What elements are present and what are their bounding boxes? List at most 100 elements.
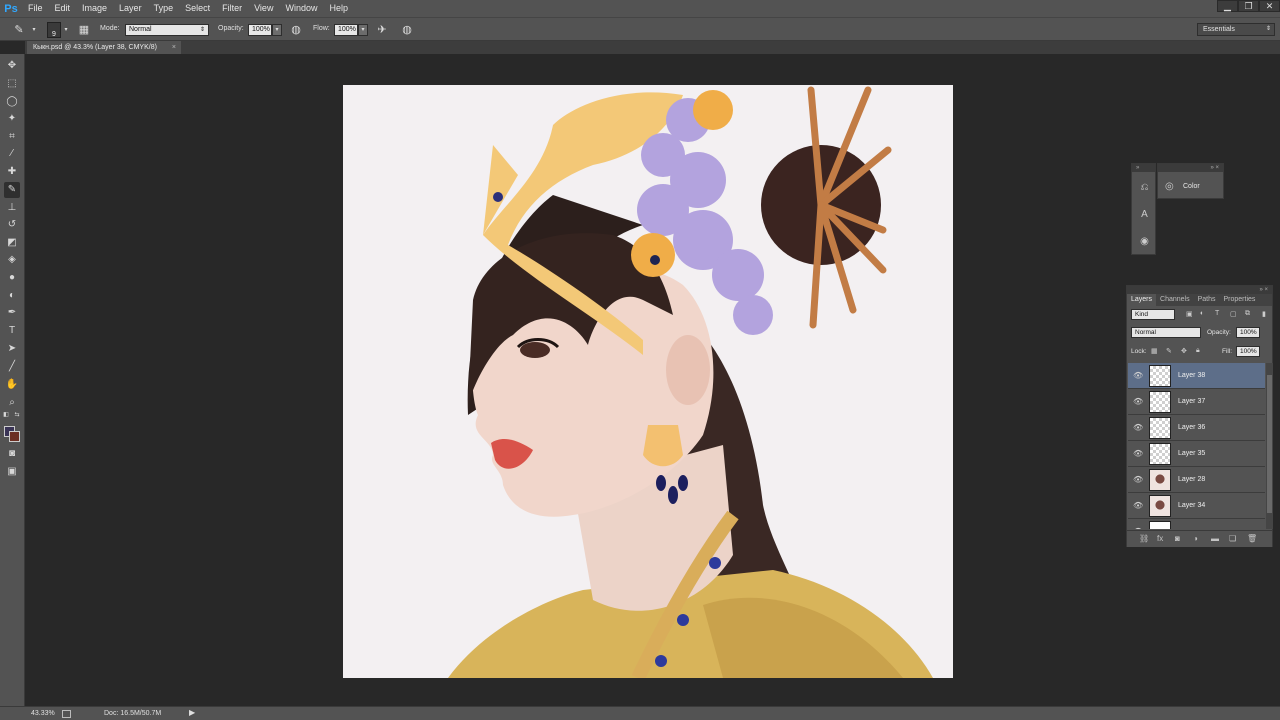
layer-kind-filter[interactable]: Kind [1131, 309, 1175, 320]
flow-input[interactable]: 100% [334, 24, 358, 36]
add-mask-icon[interactable]: ◙ [1175, 534, 1180, 543]
filter-smart-object-icon[interactable]: ⧉ [1245, 310, 1250, 318]
layers-scrollbar[interactable] [1266, 363, 1273, 529]
lock-transparent-icon[interactable]: ▦ [1151, 347, 1158, 355]
menu-select[interactable]: Select [179, 0, 216, 17]
visibility-eye-icon[interactable]: 👁︎ [1133, 371, 1143, 380]
layer-row[interactable]: 👁︎ Layer 28 [1128, 467, 1265, 493]
layer-row[interactable]: 👁︎ Layer 36 [1128, 415, 1265, 441]
filter-adjustment-icon[interactable]: ◐ [1200, 310, 1204, 317]
zoom-tool-icon[interactable]: ⌕ [4, 395, 20, 411]
filter-shape-icon[interactable]: ▢ [1230, 310, 1237, 318]
layer-row[interactable]: 👁︎ Layer 38 [1128, 363, 1265, 389]
brush-preset-icon[interactable]: ✎ [12, 23, 26, 37]
filter-pixel-icon[interactable]: ▣ [1186, 310, 1193, 318]
link-layers-icon[interactable]: ⛓ [1139, 534, 1149, 543]
artwork-canvas[interactable] [343, 85, 953, 678]
crop-tool-icon[interactable]: ⌗ [4, 129, 20, 145]
tab-properties[interactable]: Properties [1220, 294, 1260, 306]
layer-opacity-input[interactable]: 100% [1236, 327, 1260, 338]
marquee-tool-icon[interactable]: ⬚ [4, 76, 20, 92]
menu-file[interactable]: File [22, 0, 49, 17]
minimize-button[interactable]: ▁ [1217, 0, 1238, 12]
clone-stamp-tool-icon[interactable]: ⊥ [4, 200, 20, 216]
styles-panel-icon[interactable]: ◉ [1136, 233, 1153, 250]
tab-paths[interactable]: Paths [1194, 294, 1220, 306]
visibility-eye-icon[interactable]: 👁︎ [1133, 501, 1143, 510]
mode-select[interactable]: Normal ⇕ [125, 24, 209, 36]
new-layer-icon[interactable]: ❏ [1229, 534, 1236, 543]
visibility-eye-icon[interactable]: 👁︎ [1133, 475, 1143, 484]
eraser-tool-icon[interactable]: ◩ [4, 235, 20, 251]
color-panel-tab[interactable]: » × ◎ Color [1157, 163, 1224, 199]
menu-layer[interactable]: Layer [113, 0, 148, 17]
flow-dropdown[interactable]: ▾ [358, 24, 368, 36]
layer-row[interactable]: 👁︎ Layer 35 [1128, 441, 1265, 467]
quick-mask-icon[interactable]: ◙ [4, 446, 20, 462]
brush-tool-icon[interactable]: ✎ [4, 182, 20, 198]
layers-panel-header[interactable]: » × [1127, 286, 1272, 294]
visibility-eye-icon[interactable]: 👁︎ [1133, 397, 1143, 406]
document-tab[interactable]: Кыкн.psd @ 43.3% (Layer 38, CMYK/8) × [27, 41, 181, 54]
document-tab-close-icon[interactable]: × [172, 41, 176, 54]
visibility-eye-icon[interactable]: 👁︎ [1133, 527, 1143, 529]
path-selection-tool-icon[interactable]: ➤ [4, 341, 20, 357]
eyedropper-tool-icon[interactable]: ⁄ [4, 146, 20, 162]
layer-row[interactable]: 👁︎ Layer 34 [1128, 493, 1265, 519]
brush-size-picker[interactable]: 9 [47, 22, 61, 38]
status-menu-arrow-icon[interactable]: ▶ [189, 708, 195, 717]
menu-window[interactable]: Window [279, 0, 323, 17]
delete-layer-icon[interactable]: 🗑︎ [1247, 534, 1257, 543]
airbrush-icon[interactable]: ✈ [375, 23, 389, 37]
default-colors-icon[interactable]: ◧ [2, 411, 10, 419]
menu-help[interactable]: Help [323, 0, 354, 17]
hand-tool-icon[interactable]: ✋ [4, 377, 20, 393]
lock-all-icon[interactable]: 🔒︎ [1196, 347, 1200, 355]
layers-scrollbar-thumb[interactable] [1267, 375, 1272, 513]
menu-image[interactable]: Image [76, 0, 113, 17]
brush-panel-icon[interactable]: ▦ [77, 23, 91, 37]
background-color-swatch[interactable] [9, 431, 20, 442]
paint-bucket-tool-icon[interactable]: ◈ [4, 252, 20, 268]
healing-brush-tool-icon[interactable]: ✚ [4, 164, 20, 180]
blend-mode-select[interactable]: Normal [1131, 327, 1201, 338]
status-info-icon[interactable] [62, 710, 71, 718]
pen-tool-icon[interactable]: ✒ [4, 305, 20, 321]
line-tool-icon[interactable]: ╱ [4, 359, 20, 375]
tool-preset-dropdown[interactable]: ▾ [30, 25, 38, 35]
fill-input[interactable]: 100% [1236, 346, 1260, 357]
mini-dock-collapse-icon[interactable]: » [1132, 164, 1155, 172]
filter-type-icon[interactable]: T [1215, 310, 1219, 317]
visibility-eye-icon[interactable]: 👁︎ [1133, 423, 1143, 432]
opacity-input[interactable]: 100% [248, 24, 272, 36]
blur-tool-icon[interactable]: ● [4, 270, 20, 286]
type-tool-icon[interactable]: T [4, 323, 20, 339]
quick-select-tool-icon[interactable]: ✦ [4, 111, 20, 127]
move-tool-icon[interactable]: ✥ [4, 58, 20, 74]
lock-position-icon[interactable]: ✥ [1181, 347, 1187, 355]
layer-row[interactable]: 👁︎ Layer 37 [1128, 389, 1265, 415]
layer-style-icon[interactable]: fx [1157, 534, 1163, 543]
filter-toggle-icon[interactable]: ▮ [1262, 310, 1266, 318]
history-panel-icon[interactable]: ⎌ [1136, 179, 1153, 196]
menu-edit[interactable]: Edit [49, 0, 77, 17]
tab-channels[interactable]: Channels [1156, 294, 1194, 306]
restore-button[interactable]: ❐ [1238, 0, 1259, 12]
pressure-size-icon[interactable]: ◍ [400, 23, 414, 37]
visibility-eye-icon[interactable]: 👁︎ [1133, 449, 1143, 458]
menu-view[interactable]: View [248, 0, 279, 17]
tab-layers[interactable]: Layers [1127, 294, 1157, 306]
layer-row[interactable]: 👁︎ [1128, 519, 1265, 529]
zoom-level[interactable]: 43.33% [31, 710, 55, 717]
dodge-tool-icon[interactable]: ◐ [4, 288, 20, 304]
lasso-tool-icon[interactable]: ◯ [4, 94, 20, 110]
opacity-dropdown[interactable]: ▾ [272, 24, 282, 36]
new-group-icon[interactable]: ▬ [1211, 534, 1219, 543]
screen-mode-icon[interactable]: ▣ [4, 464, 20, 480]
swap-colors-icon[interactable]: ⇆ [13, 411, 21, 419]
brush-picker-dropdown[interactable]: ▾ [62, 25, 70, 35]
adjustment-layer-icon[interactable]: ◑ [1193, 534, 1198, 543]
history-brush-tool-icon[interactable]: ↺ [4, 217, 20, 233]
lock-image-icon[interactable]: ✎ [1166, 347, 1172, 355]
close-button[interactable]: ✕ [1259, 0, 1280, 12]
